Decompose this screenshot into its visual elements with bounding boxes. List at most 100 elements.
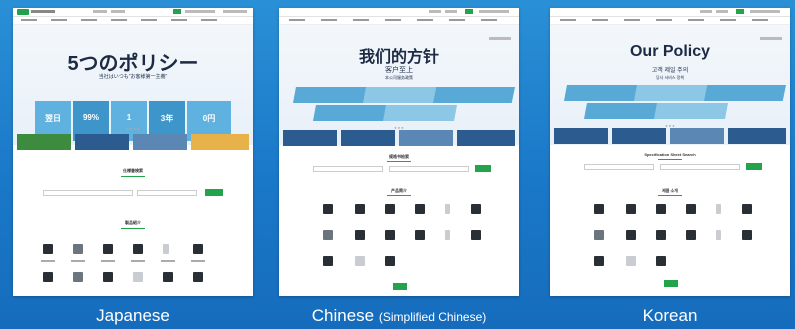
view-more-link[interactable] — [760, 37, 782, 40]
promo-banner[interactable] — [341, 130, 395, 146]
promo-banner[interactable] — [191, 134, 249, 150]
nav-item[interactable] — [752, 19, 768, 21]
spec-search-input[interactable] — [313, 166, 383, 172]
promo-banner[interactable] — [670, 128, 724, 144]
promo-banner[interactable] — [554, 128, 608, 144]
promo-banner[interactable] — [75, 134, 129, 150]
search-button[interactable] — [205, 189, 223, 196]
nav-item[interactable] — [321, 19, 337, 21]
product-image[interactable] — [385, 204, 395, 214]
product-image[interactable] — [656, 256, 666, 266]
nav-item[interactable] — [720, 19, 736, 21]
login-button[interactable] — [173, 9, 181, 14]
spec-search-input[interactable] — [584, 164, 654, 170]
nav-item[interactable] — [111, 19, 127, 21]
product-image[interactable] — [415, 230, 425, 240]
nav-item[interactable] — [417, 19, 433, 21]
nav-item[interactable] — [141, 19, 157, 21]
product-image[interactable] — [742, 204, 752, 214]
spec-search-input[interactable] — [43, 190, 133, 196]
nav-item[interactable] — [449, 19, 465, 21]
product-image[interactable] — [415, 204, 425, 214]
product-image[interactable] — [385, 256, 395, 266]
product-image[interactable] — [594, 230, 604, 240]
spec-search-select[interactable] — [389, 166, 469, 172]
nav-item[interactable] — [353, 19, 369, 21]
spec-search-select[interactable] — [660, 164, 740, 170]
promo-banner[interactable] — [283, 130, 337, 146]
product-image[interactable] — [626, 256, 636, 266]
product-image[interactable] — [103, 244, 113, 254]
product-image[interactable] — [323, 230, 333, 240]
login-button[interactable] — [465, 9, 473, 14]
product-image[interactable] — [43, 272, 53, 282]
nav-item[interactable] — [624, 19, 640, 21]
product-image[interactable] — [656, 230, 666, 240]
header-link[interactable] — [111, 10, 125, 13]
product-image[interactable] — [73, 272, 83, 282]
product-image[interactable] — [323, 256, 333, 266]
nav-item[interactable] — [656, 19, 672, 21]
promo-banner[interactable] — [457, 130, 515, 146]
product-image[interactable] — [163, 272, 173, 282]
product-image[interactable] — [742, 230, 752, 240]
header-link[interactable] — [429, 10, 441, 13]
promo-banner[interactable] — [17, 134, 71, 150]
promo-banner[interactable] — [399, 130, 453, 146]
product-image[interactable] — [73, 244, 83, 254]
nav-item[interactable] — [592, 19, 608, 21]
promo-banner[interactable] — [133, 134, 187, 150]
nav-item[interactable] — [385, 19, 401, 21]
header-link[interactable] — [750, 10, 780, 13]
product-image[interactable] — [133, 244, 143, 254]
product-image[interactable] — [594, 256, 604, 266]
product-image[interactable] — [133, 272, 143, 282]
product-image[interactable] — [656, 204, 666, 214]
product-image[interactable] — [716, 230, 721, 240]
product-image[interactable] — [355, 256, 365, 266]
nav-item[interactable] — [81, 19, 97, 21]
product-image[interactable] — [193, 244, 203, 254]
product-image[interactable] — [355, 230, 365, 240]
search-button[interactable] — [746, 163, 762, 170]
nav-item[interactable] — [688, 19, 704, 21]
header-link[interactable] — [479, 10, 509, 13]
product-image[interactable] — [594, 204, 604, 214]
product-image[interactable] — [355, 204, 365, 214]
more-products-button[interactable] — [664, 280, 678, 287]
product-image[interactable] — [686, 204, 696, 214]
product-image[interactable] — [686, 230, 696, 240]
nav-item[interactable] — [171, 19, 187, 21]
product-image[interactable] — [193, 272, 203, 282]
product-image[interactable] — [471, 230, 481, 240]
product-image[interactable] — [103, 272, 113, 282]
site-logo[interactable] — [17, 9, 29, 15]
product-image[interactable] — [626, 230, 636, 240]
carousel-dots[interactable]: ● ● ● ● — [13, 126, 253, 131]
header-link[interactable] — [716, 10, 728, 13]
search-button[interactable] — [475, 165, 491, 172]
spec-search-select[interactable] — [137, 190, 197, 196]
header-link[interactable] — [93, 10, 107, 13]
view-more-link[interactable] — [489, 37, 511, 40]
more-products-button[interactable] — [393, 283, 407, 290]
nav-item[interactable] — [21, 19, 37, 21]
product-image[interactable] — [323, 204, 333, 214]
product-image[interactable] — [716, 204, 721, 214]
nav-item[interactable] — [481, 19, 497, 21]
header-link[interactable] — [445, 10, 457, 13]
product-image[interactable] — [43, 244, 53, 254]
promo-banner[interactable] — [612, 128, 666, 144]
product-image[interactable] — [626, 204, 636, 214]
product-image[interactable] — [385, 230, 395, 240]
product-image[interactable] — [445, 230, 450, 240]
product-image[interactable] — [445, 204, 450, 214]
nav-item[interactable] — [560, 19, 576, 21]
promo-banner[interactable] — [728, 128, 786, 144]
product-image[interactable] — [163, 244, 169, 254]
nav-item[interactable] — [201, 19, 217, 21]
product-image[interactable] — [471, 204, 481, 214]
login-button[interactable] — [736, 9, 744, 14]
nav-item[interactable] — [289, 19, 305, 21]
header-link[interactable] — [700, 10, 712, 13]
